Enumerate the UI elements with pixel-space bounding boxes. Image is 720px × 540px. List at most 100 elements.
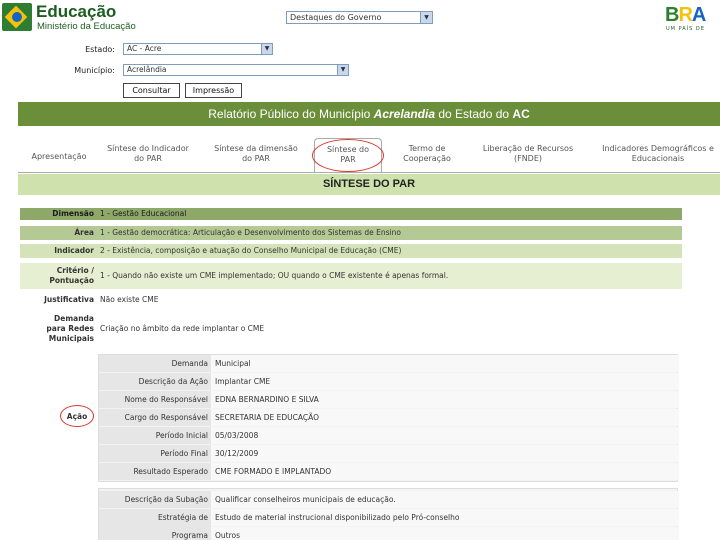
acao-row: Resultado Esperado CME FORMADO E IMPLANT…: [99, 463, 679, 480]
impressao-button[interactable]: Impressão: [185, 83, 242, 98]
brand-title: Educação: [36, 2, 117, 21]
banner-prefix: Relatório Público do Município: [208, 107, 374, 121]
area-row: Área 1 - Gestão democrática: Articulação…: [20, 226, 682, 240]
justificativa-label: Justificativa: [44, 295, 94, 304]
tab-label: Cooperação: [403, 154, 451, 163]
acao-row: Demanda Municipal: [99, 355, 679, 372]
criterio-label-line1: Critério /: [56, 266, 94, 275]
municipio-value: Acrelândia: [127, 65, 167, 74]
sintese-title: SÍNTESE DO PAR: [18, 174, 720, 195]
acao-row: Período Final 30/12/2009: [99, 445, 679, 462]
acao-label: Ação: [66, 412, 88, 421]
estado-value: AC - Acre: [127, 44, 162, 53]
tab-label: Termo de: [408, 144, 446, 153]
municipio-label: Município:: [74, 66, 115, 75]
dimensao-row: Dimensão 1 - Gestão Educacional: [20, 208, 682, 220]
area-value: 1 - Gestão democrática: Articulação e De…: [98, 226, 682, 240]
acao-row-value: CME FORMADO E IMPLANTADO: [211, 463, 679, 480]
justificativa-row: Justificativa Não existe CME: [20, 294, 682, 306]
banner-middle: do Estado do: [435, 107, 513, 121]
acao-row-value: SECRETARIA DE EDUCAÇÃO: [211, 409, 679, 426]
subacao-row-value: Qualificar conselheiros municipais de ed…: [211, 491, 679, 508]
tab-label: Síntese do Indicador: [107, 144, 189, 153]
indicador-row: Indicador 2 - Existência, composição e a…: [20, 244, 682, 258]
acao-row-label: Demanda: [99, 355, 211, 372]
criterio-row: Critério / Pontuação 1 - Quando não exis…: [20, 263, 682, 289]
acao-row: Nome do Responsável EDNA BERNARDINO E SI…: [99, 391, 679, 408]
mec-logo-icon[interactable]: [2, 3, 32, 31]
criterio-label-line2: Pontuação: [49, 276, 94, 285]
municipio-select[interactable]: Acrelândia ▼: [123, 64, 349, 76]
tab-indicadores[interactable]: Indicadores Demográficos e Educacionais: [596, 138, 720, 172]
tab-liberacao-recursos[interactable]: Liberação de Recursos (FNDE): [476, 138, 580, 172]
report-banner: Relatório Público do Município Acrelandi…: [18, 102, 720, 126]
dimensao-value: 1 - Gestão Educacional: [98, 208, 682, 220]
acao-row-value: Implantar CME: [211, 373, 679, 390]
demanda-label-line2: para Redes: [46, 324, 94, 333]
subacao-row-label: Programa: [99, 527, 211, 540]
banner-estado: AC: [512, 107, 530, 121]
indicador-label: Indicador: [20, 244, 96, 258]
tab-label: do PAR: [134, 154, 162, 163]
demanda-label-line1: Demanda: [54, 314, 94, 323]
criterio-label: Critério / Pontuação: [20, 263, 96, 289]
banner-municipio: Acrelandia: [373, 107, 436, 121]
acao-row: Descrição da Ação Implantar CME: [99, 373, 679, 390]
demanda-label-line3: Municipais: [48, 334, 94, 343]
acao-row-value: 05/03/2008: [211, 427, 679, 444]
highlight-ellipse: [312, 139, 384, 172]
demanda-label: Demanda para Redes Municipais: [20, 312, 96, 346]
justificativa-value: Não existe CME: [100, 295, 159, 304]
demanda-row: Demanda para Redes Municipais Criação no…: [20, 312, 682, 346]
subacao-row: Descrição da Subação Qualificar conselhe…: [99, 491, 679, 508]
subacao-row: Programa Outros: [99, 527, 679, 540]
subacao-row-label: Descrição da Subação: [99, 491, 211, 508]
criterio-value: 1 - Quando não existe um CME implementad…: [98, 263, 682, 289]
acao-row-label: Nome do Responsável: [99, 391, 211, 408]
brasil-logo-letters: BRA: [665, 4, 706, 26]
acao-row-label: Período Inicial: [99, 427, 211, 444]
chevron-down-icon[interactable]: ▼: [420, 12, 432, 23]
tab-label: Educacionais: [631, 154, 685, 163]
brasil-logo-tag: UM PAÍS DE: [666, 26, 705, 32]
tab-label: Liberação de Recursos: [482, 144, 574, 153]
demanda-value: Criação no âmbito da rede implantar o CM…: [100, 324, 265, 333]
chevron-down-icon[interactable]: ▼: [337, 65, 348, 75]
acao-row-value: Municipal: [211, 355, 679, 372]
acao-row: Cargo do Responsável SECRETARIA DE EDUCA…: [99, 409, 679, 426]
gov-highlights-select[interactable]: Destaques do Governo ▼: [286, 11, 433, 24]
tab-label: (FNDE): [513, 154, 543, 163]
tab-label: Síntese da dimensão: [214, 144, 298, 153]
consultar-button[interactable]: Consultar: [123, 83, 180, 98]
subacao-table: Descrição da Subação Qualificar conselhe…: [98, 488, 679, 540]
acao-row-label: Período Final: [99, 445, 211, 462]
estado-select[interactable]: AC - Acre ▼: [123, 43, 273, 55]
brasil-logo[interactable]: BRA UM PAÍS DE: [665, 4, 717, 34]
tab-label: Indicadores Demográficos e: [602, 144, 714, 153]
acao-row-label: Cargo do Responsável: [99, 409, 211, 426]
subacao-row: Estratégia de Implementação Estudo de ma…: [99, 509, 679, 540]
subacao-row-value: Outros: [211, 527, 679, 540]
tab-sintese-dimensao[interactable]: Síntese da dimensão do PAR: [214, 138, 298, 172]
acao-row: Período Inicial 05/03/2008: [99, 427, 679, 444]
tab-apresentacao[interactable]: Apresentação: [28, 138, 90, 172]
chevron-down-icon[interactable]: ▼: [261, 44, 272, 54]
tab-label: Apresentação: [31, 152, 87, 161]
tab-termo-cooperacao[interactable]: Termo de Cooperação: [394, 138, 460, 172]
acao-row-value: EDNA BERNARDINO E SILVA: [211, 391, 679, 408]
indicador-value: 2 - Existência, composição e atuação do …: [98, 244, 682, 258]
top-header: Educação Ministério da Educação Destaque…: [0, 0, 720, 36]
page: Educação Ministério da Educação Destaque…: [0, 0, 720, 540]
acao-row-label: Descrição da Ação: [99, 373, 211, 390]
tabs-divider: [18, 172, 720, 173]
brand-subtitle: Ministério da Educação: [37, 21, 136, 32]
acao-row-value: 30/12/2009: [211, 445, 679, 462]
acao-row-label: Resultado Esperado: [99, 463, 211, 480]
tab-sintese-indicador[interactable]: Síntese do Indicador do PAR: [106, 138, 190, 172]
estado-label: Estado:: [85, 45, 115, 54]
acao-table: Demanda Municipal Descrição da Ação Impl…: [98, 354, 679, 482]
dimensao-label: Dimensão: [20, 208, 96, 220]
area-label: Área: [20, 226, 96, 240]
gov-highlights-value: Destaques do Governo: [290, 13, 382, 22]
tab-label: do PAR: [242, 154, 270, 163]
